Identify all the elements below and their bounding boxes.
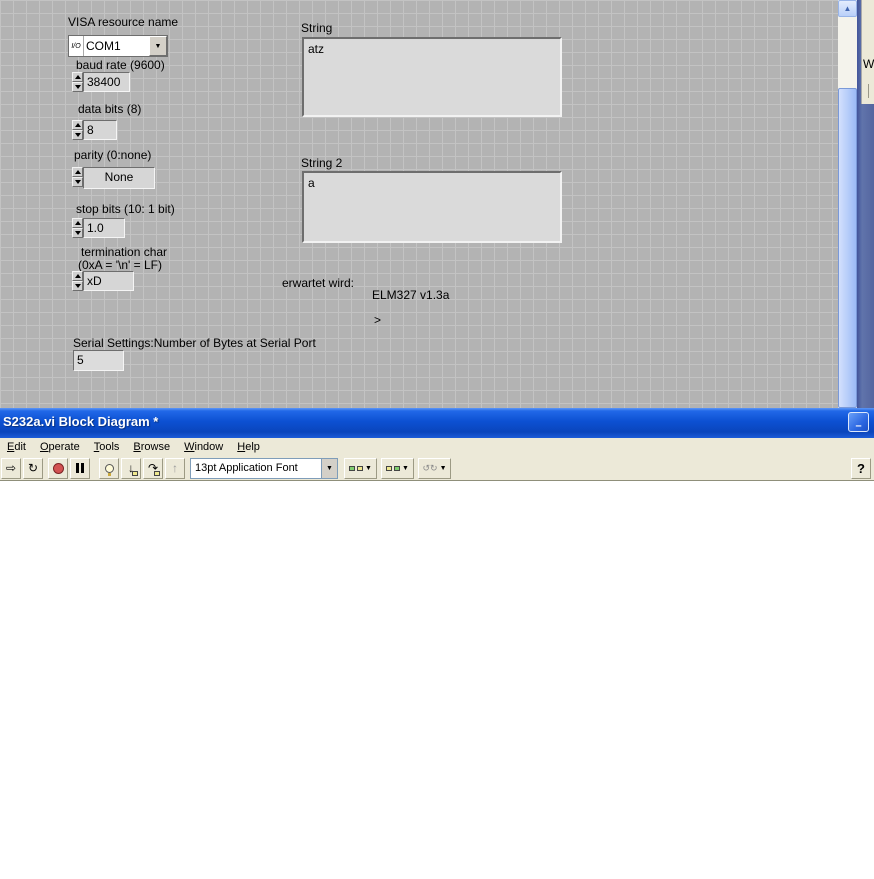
pause-button[interactable] bbox=[70, 457, 90, 479]
align-icon bbox=[349, 465, 356, 471]
menu-edit[interactable]: Edit bbox=[0, 441, 33, 453]
serial-settings-value: 5 bbox=[73, 350, 124, 371]
string2-control[interactable]: a bbox=[302, 171, 562, 243]
decrement-button[interactable] bbox=[72, 281, 83, 291]
dropdown-icon: ▼ bbox=[365, 464, 372, 472]
toolbar: ⇨ ↻ ↓ ↷ ↑ 13pt Application Font ▼ ▼ ▼ ↺↻… bbox=[0, 456, 874, 481]
step-out-icon: ↑ bbox=[172, 461, 178, 475]
decrement-button[interactable] bbox=[72, 228, 83, 238]
termination-value[interactable]: xD bbox=[83, 271, 134, 291]
reorder-button[interactable]: ↺↻ ▼ bbox=[418, 457, 451, 479]
abort-button[interactable] bbox=[48, 457, 68, 479]
serial-settings-label: Serial Settings:Number of Bytes at Seria… bbox=[73, 336, 316, 350]
termination-label-2: (0xA = '\n' = LF) bbox=[78, 258, 162, 272]
run-continuous-button[interactable]: ↻ bbox=[23, 457, 43, 479]
stop-bits-value[interactable]: 1.0 bbox=[83, 218, 125, 238]
termination-control[interactable]: xD bbox=[72, 271, 134, 291]
reorder-icon: ↺↻ bbox=[422, 462, 438, 473]
divider-tick bbox=[868, 84, 869, 98]
run-button[interactable]: ⇨ bbox=[1, 457, 21, 479]
stop-bits-label: stop bits (10: 1 bit) bbox=[76, 202, 175, 216]
block-diagram: N i baud rate (9600) termination char(0x… bbox=[0, 481, 874, 879]
help-icon: ? bbox=[857, 461, 865, 476]
increment-button[interactable] bbox=[72, 72, 83, 82]
context-help-button[interactable]: ? bbox=[851, 458, 871, 479]
background-window-edge: We bbox=[857, 0, 874, 408]
increment-button[interactable] bbox=[72, 271, 83, 281]
string-label: String bbox=[301, 21, 333, 35]
menu-window[interactable]: Window bbox=[177, 441, 230, 453]
increment-button[interactable] bbox=[72, 120, 83, 130]
data-bits-value[interactable]: 8 bbox=[83, 120, 117, 140]
data-bits-control[interactable]: 8 bbox=[72, 120, 117, 140]
font-selector-value: 13pt Application Font bbox=[195, 462, 298, 474]
decrement-button[interactable] bbox=[72, 130, 83, 140]
menu-bar: Edit Operate Tools Browse Window Help bbox=[0, 438, 874, 456]
align-objects-button[interactable]: ▼ bbox=[344, 457, 377, 479]
termination-label-1: termination char bbox=[81, 245, 168, 259]
menu-help[interactable]: Help bbox=[230, 441, 267, 453]
increment-button[interactable] bbox=[72, 167, 83, 177]
distribute-icon bbox=[386, 465, 393, 471]
dropdown-icon: ▼ bbox=[402, 464, 409, 472]
window-title: S232a.vi Block Diagram * bbox=[3, 414, 159, 429]
step-into-button[interactable]: ↓ bbox=[121, 457, 141, 479]
visa-resource-value: COM1 bbox=[86, 39, 121, 53]
scroll-up-button[interactable]: ▲ bbox=[838, 0, 857, 17]
font-dropdown-button[interactable]: ▼ bbox=[321, 458, 337, 478]
string2-label: String 2 bbox=[301, 156, 343, 170]
step-out-button[interactable]: ↑ bbox=[165, 457, 185, 479]
expected-line1: ELM327 v1.3a bbox=[372, 288, 450, 302]
font-selector[interactable]: 13pt Application Font ▼ bbox=[190, 457, 338, 479]
scroll-up-icon: ▲ bbox=[843, 4, 852, 13]
increment-button[interactable] bbox=[72, 218, 83, 228]
front-panel: VISA resource name I/O COM1 ▼ baud rate … bbox=[0, 0, 874, 408]
parity-label: parity (0:none) bbox=[74, 148, 152, 162]
minimize-button[interactable]: – bbox=[848, 412, 869, 432]
io-glyph: I/O bbox=[69, 36, 84, 56]
baud-rate-value[interactable]: 38400 bbox=[83, 72, 130, 92]
highlight-execution-button[interactable] bbox=[99, 457, 119, 479]
labview-screen: VISA resource name I/O COM1 ▼ baud rate … bbox=[0, 0, 874, 879]
distribute-objects-button[interactable]: ▼ bbox=[381, 457, 414, 479]
menu-browse[interactable]: Browse bbox=[126, 441, 177, 453]
visa-resource-combo[interactable]: I/O COM1 ▼ bbox=[68, 35, 168, 57]
expected-caption: erwartet wird: bbox=[282, 276, 355, 290]
abort-icon bbox=[52, 462, 64, 474]
menu-tools[interactable]: Tools bbox=[87, 441, 127, 453]
baud-rate-label: baud rate (9600) bbox=[76, 58, 165, 72]
run-icon: ⇨ bbox=[5, 461, 17, 475]
run-continuous-icon: ↻ bbox=[27, 461, 39, 475]
pause-icon bbox=[76, 463, 84, 473]
background-window-panel: We bbox=[861, 0, 874, 104]
decrement-button[interactable] bbox=[72, 82, 83, 92]
visa-resource-label: VISA resource name bbox=[68, 15, 179, 29]
panel-vertical-scrollbar[interactable]: ▲ bbox=[838, 0, 857, 408]
data-bits-label: data bits (8) bbox=[78, 102, 142, 116]
stop-bits-control[interactable]: 1.0 bbox=[72, 218, 125, 238]
string-control[interactable]: atz bbox=[302, 37, 562, 117]
decrement-button[interactable] bbox=[72, 177, 83, 187]
baud-rate-control[interactable]: 38400 bbox=[72, 72, 130, 92]
expected-line2: > bbox=[374, 313, 382, 327]
parity-control[interactable]: None bbox=[72, 167, 155, 189]
combo-dropdown-button[interactable]: ▼ bbox=[149, 36, 167, 56]
dropdown-icon: ▼ bbox=[439, 464, 447, 472]
window-titlebar[interactable]: S232a.vi Block Diagram * – bbox=[0, 408, 874, 438]
lightbulb-icon bbox=[104, 463, 114, 476]
background-window-text: We bbox=[863, 57, 874, 71]
menu-operate[interactable]: Operate bbox=[33, 441, 87, 453]
step-over-button[interactable]: ↷ bbox=[143, 457, 163, 479]
scrollbar-thumb[interactable] bbox=[838, 88, 857, 408]
parity-value[interactable]: None bbox=[83, 167, 155, 189]
